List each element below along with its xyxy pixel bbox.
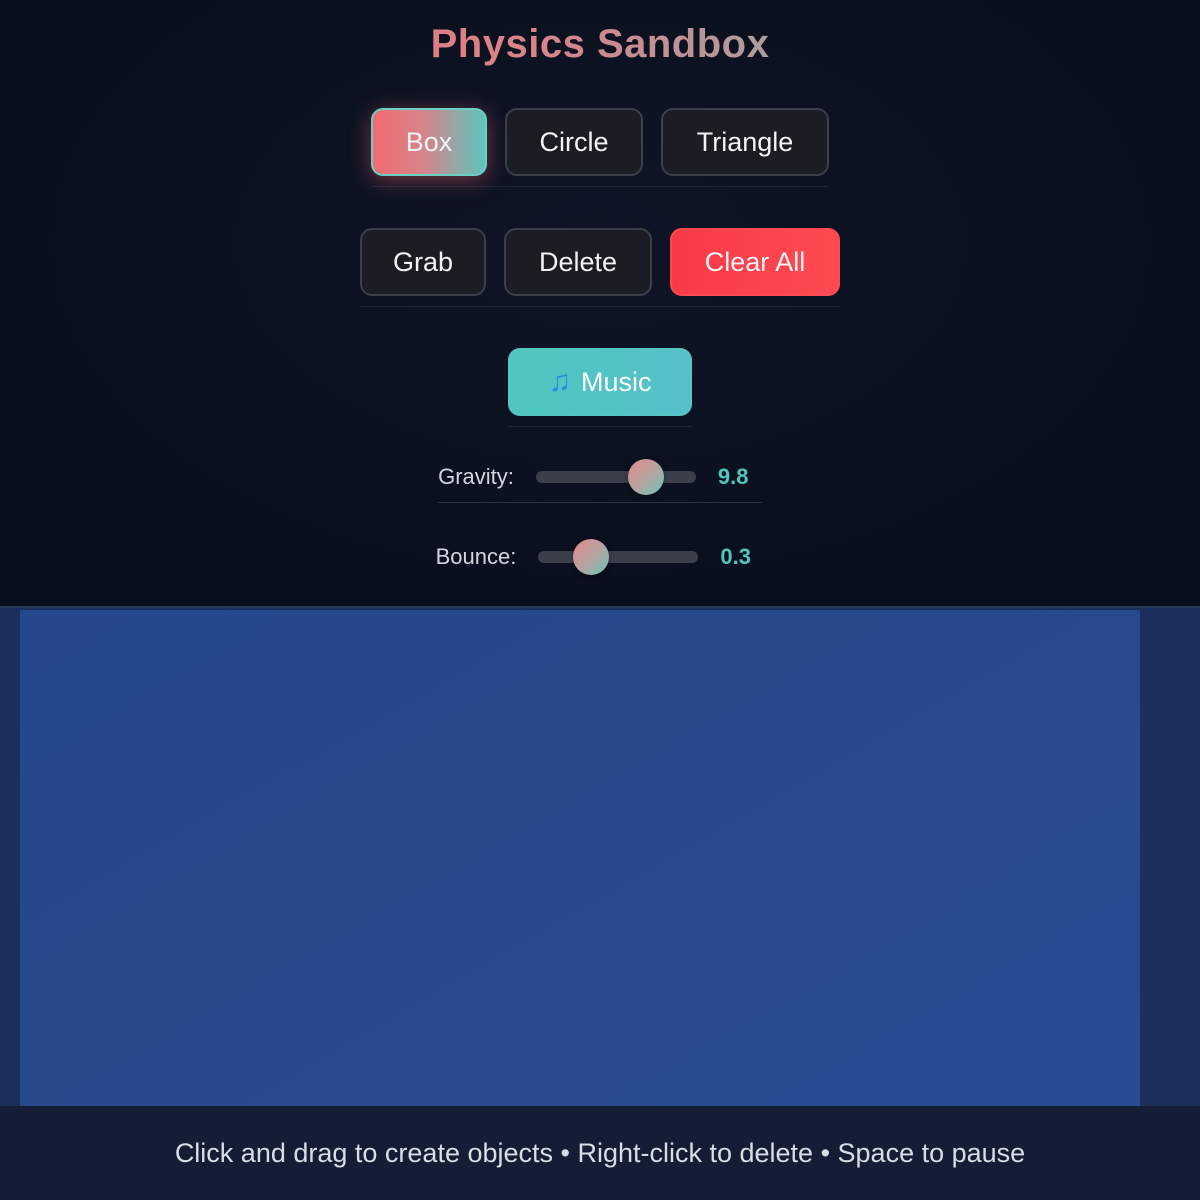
gravity-control: Gravity: 9.8 — [438, 459, 762, 503]
tools-row: Grab Delete Clear All — [0, 228, 1200, 307]
gravity-slider-thumb[interactable] — [628, 459, 665, 495]
circle-shape-button[interactable]: Circle — [505, 108, 643, 176]
triangle-shape-button[interactable]: Triangle — [661, 108, 829, 176]
bounce-label: Bounce: — [435, 544, 517, 569]
music-button-label: Music — [580, 366, 652, 397]
grab-tool-button[interactable]: Grab — [360, 228, 486, 296]
bounce-slider[interactable] — [538, 539, 699, 575]
bounce-value: 0.3 — [720, 544, 751, 569]
gravity-value: 9.8 — [717, 464, 749, 489]
tools-group: Grab Delete Clear All — [360, 228, 840, 307]
delete-tool-button[interactable]: Delete — [504, 228, 652, 296]
physics-canvas[interactable] — [0, 606, 1200, 1108]
musical-note-icon: ♫ — [548, 365, 571, 398]
gravity-row: Gravity: 9.8 — [0, 459, 1200, 503]
footer: Click and drag to create objects • Right… — [0, 1106, 1200, 1200]
music-button[interactable]: ♫ Music — [508, 348, 692, 416]
music-group: ♫ Music — [508, 348, 692, 427]
bounce-row: Bounce: 0.3 — [0, 539, 1200, 582]
shape-selector-row: Box Circle Triangle — [0, 108, 1200, 187]
control-panel: Physics Sandbox Box Circle Triangle Grab… — [0, 0, 1200, 606]
box-shape-button[interactable]: Box — [371, 108, 487, 176]
bounce-control: Bounce: 0.3 — [435, 539, 765, 582]
shape-selector: Box Circle Triangle — [371, 108, 829, 187]
page-title: Physics Sandbox — [0, 20, 1200, 68]
clear-all-button[interactable]: Clear All — [670, 228, 840, 296]
gravity-slider[interactable] — [535, 459, 696, 495]
physics-world[interactable] — [20, 610, 1140, 1108]
gravity-label: Gravity: — [438, 464, 514, 489]
bounce-slider-thumb[interactable] — [573, 539, 610, 575]
instructions-text: Click and drag to create objects • Right… — [174, 1137, 1026, 1168]
music-row: ♫ Music — [0, 348, 1200, 427]
